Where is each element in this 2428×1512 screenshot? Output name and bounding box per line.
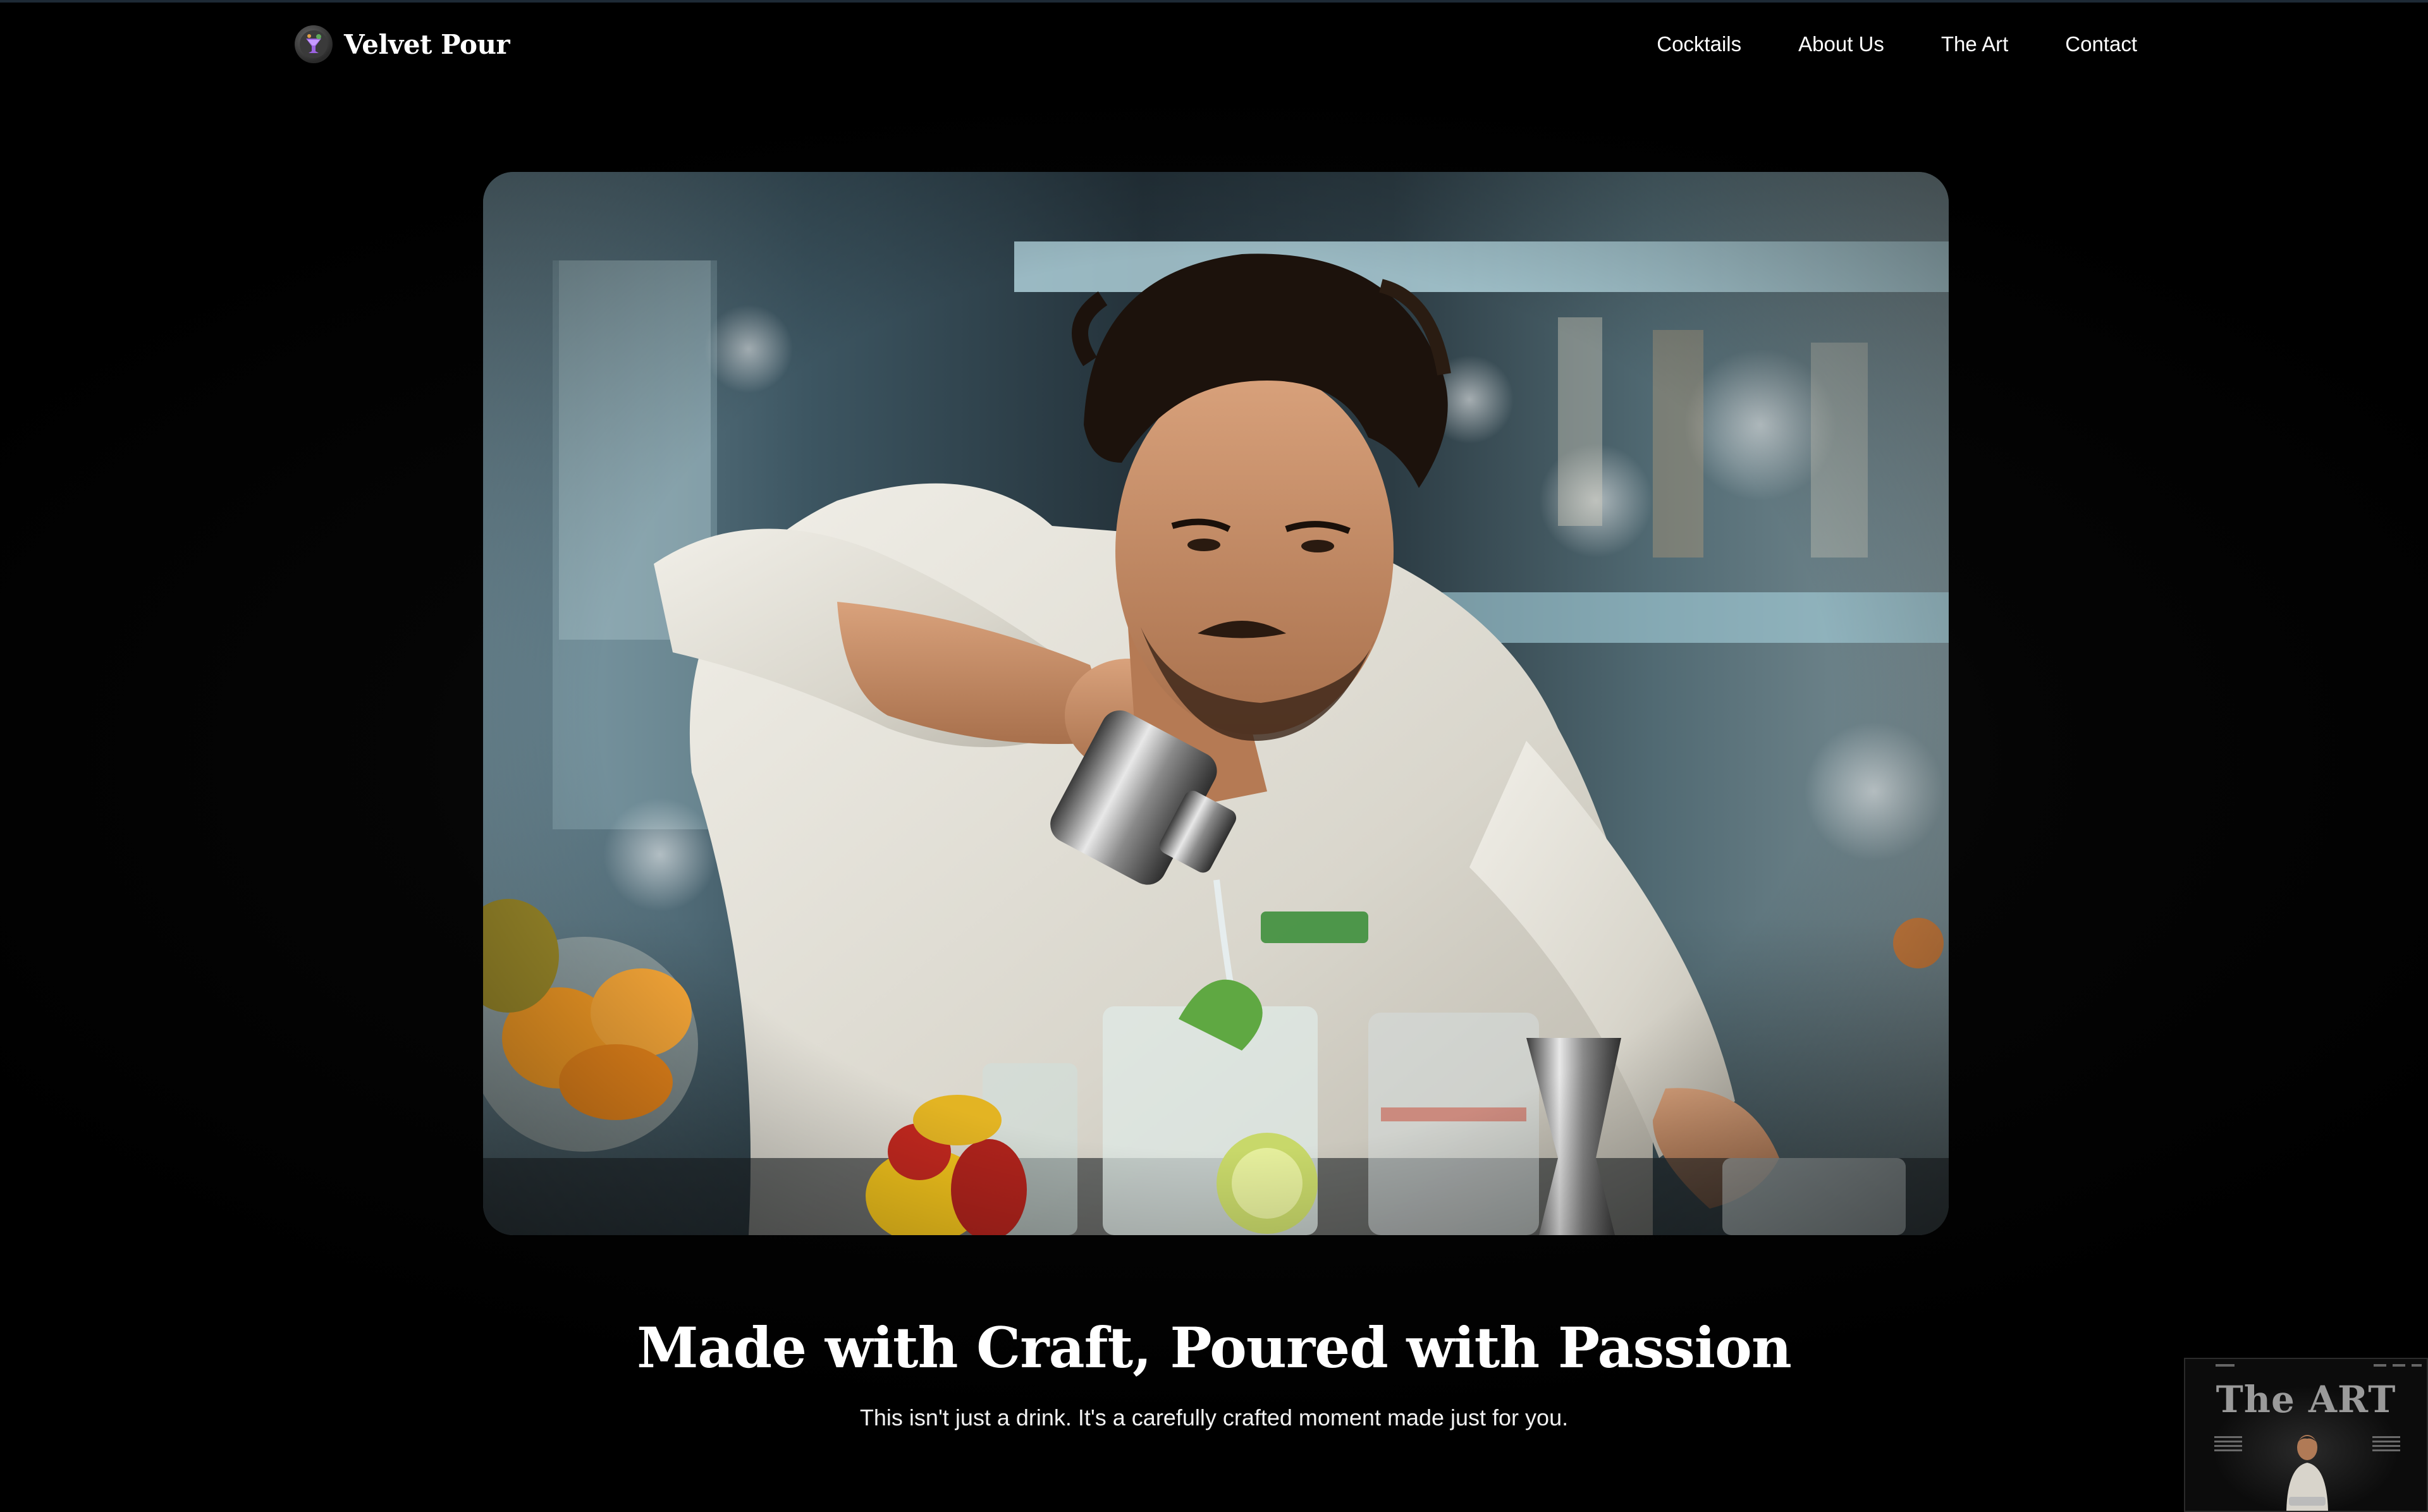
bartender-photo-illustration — [483, 172, 1949, 1235]
main-nav: Cocktails About Us The Art Contact — [1657, 28, 2137, 61]
nav-link-the-art[interactable]: The Art — [1941, 28, 2008, 61]
hero-image — [483, 172, 1949, 1235]
nav-link-cocktails[interactable]: Cocktails — [1657, 28, 1741, 61]
cocktail-glass-icon — [295, 25, 333, 63]
nav-link-about-us[interactable]: About Us — [1798, 28, 1884, 61]
page-preview-thumbnail[interactable]: The ART — [2184, 1358, 2428, 1512]
thumbnail-nav-bar — [2216, 1363, 2422, 1369]
top-border-line — [0, 0, 2428, 3]
thumbnail-title: The ART — [2216, 1378, 2396, 1421]
thumbnail-bartender-figure — [2286, 1435, 2328, 1511]
thumbnail-text-left — [2214, 1436, 2242, 1454]
thumbnail-text-right — [2372, 1436, 2400, 1454]
hero-headline: Made with Craft, Poured with Passion — [637, 1315, 1792, 1381]
page: Velvet Pour Cocktails About Us The Art C… — [0, 0, 2428, 1512]
brand-home-link[interactable]: Velvet Pour — [295, 24, 510, 64]
hero-subheading: This isn't just a drink. It's a carefull… — [859, 1405, 1569, 1430]
brand-name: Velvet Pour — [344, 28, 510, 60]
nav-link-contact[interactable]: Contact — [2065, 28, 2137, 61]
